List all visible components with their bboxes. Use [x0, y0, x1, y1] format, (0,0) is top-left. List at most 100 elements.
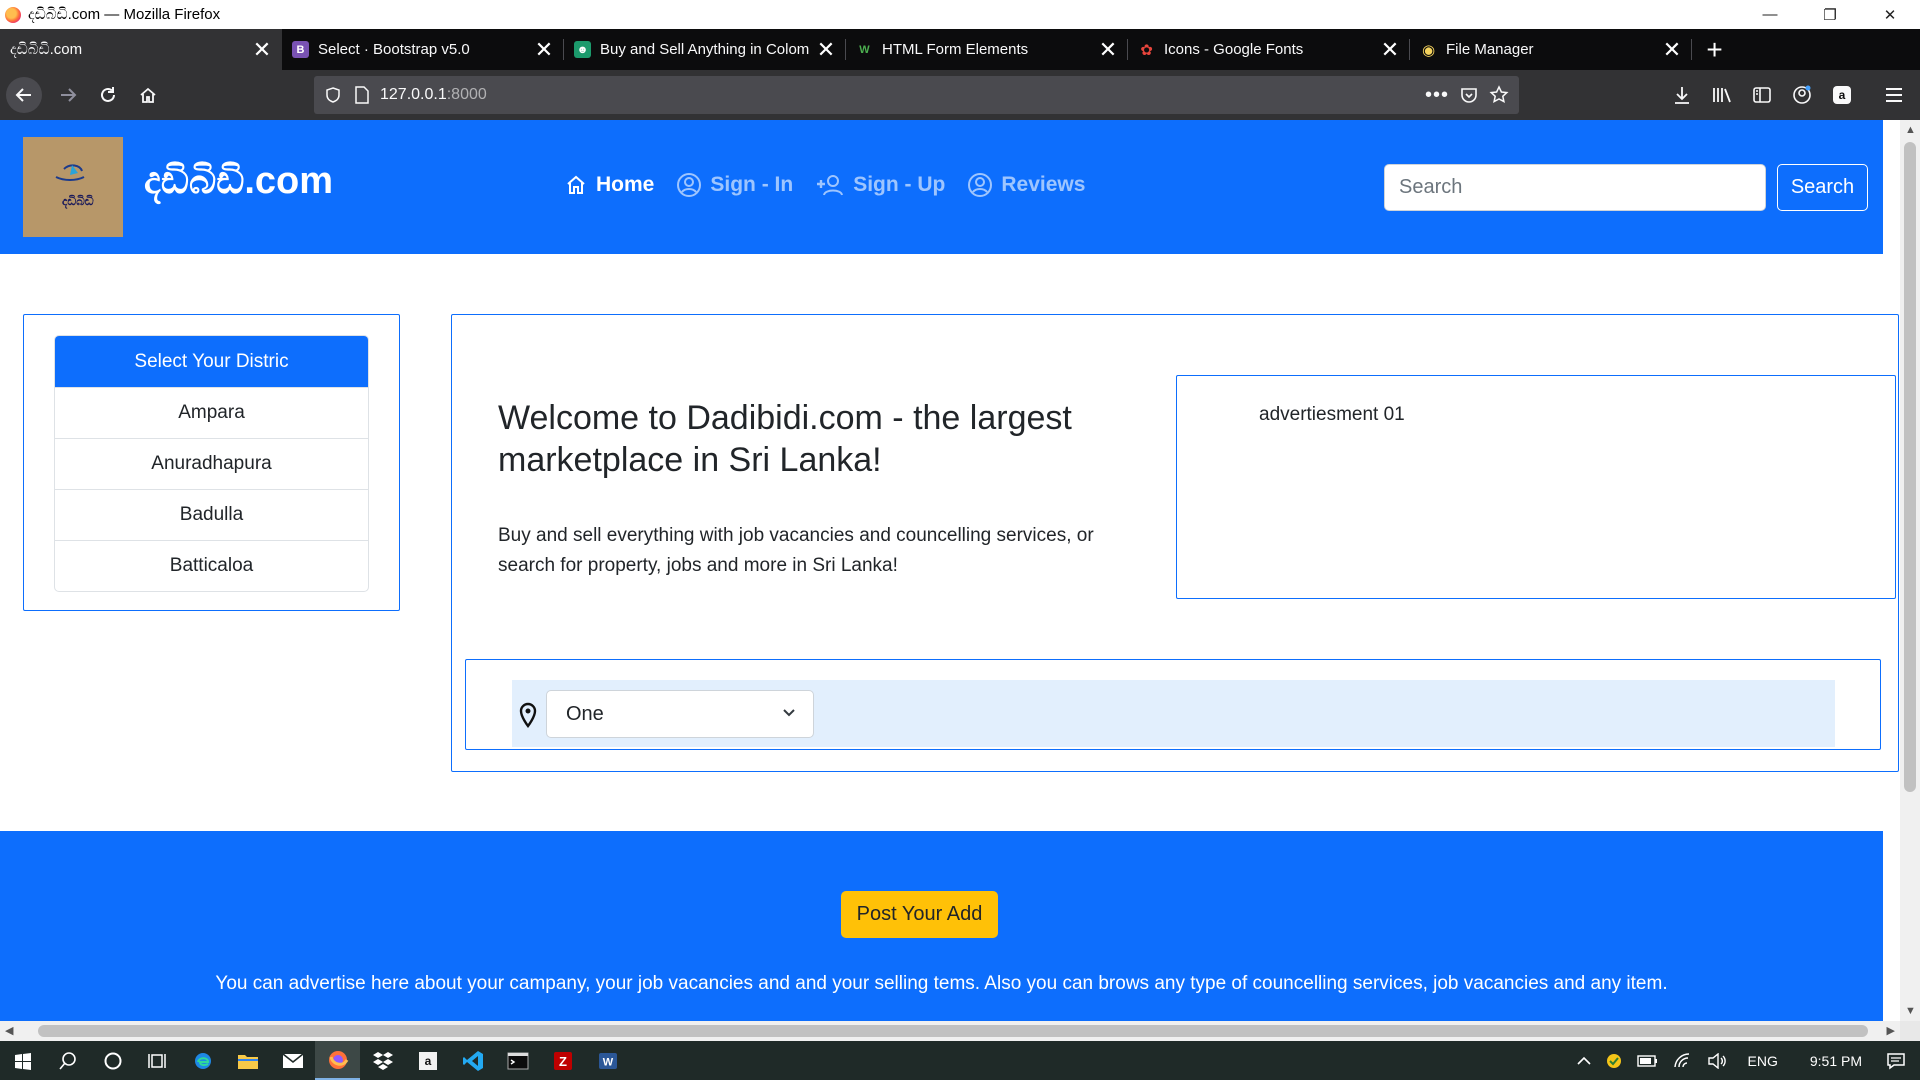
tab-html-form-elements[interactable]: W HTML Form Elements ✕ [846, 29, 1128, 70]
scroll-down-icon[interactable]: ▼ [1905, 1005, 1916, 1017]
tray-app-status[interactable] [1598, 1052, 1630, 1070]
library-button[interactable] [1702, 75, 1742, 115]
horizontal-scrollbar[interactable]: ◀ ▶ [0, 1021, 1900, 1041]
library-icon [1713, 88, 1731, 103]
tab-label: Buy and Sell Anything in Colom [600, 41, 810, 58]
tray-language[interactable]: ENG [1734, 1053, 1792, 1069]
start-button[interactable] [0, 1041, 45, 1080]
amazon-extension-button[interactable]: a [1822, 75, 1862, 115]
search-input[interactable]: Search [1384, 164, 1766, 211]
shield-icon[interactable] [324, 86, 342, 104]
post-your-add-button[interactable]: Post Your Add [841, 891, 998, 938]
home-icon [140, 87, 156, 103]
tray-wifi[interactable] [1666, 1052, 1700, 1069]
mail-icon [282, 1052, 303, 1068]
taskbar-file-explorer[interactable] [225, 1041, 270, 1080]
tab-label: Select · Bootstrap v5.0 [318, 41, 470, 58]
district-item-ampara[interactable]: Ampara [55, 387, 368, 438]
location-select[interactable]: One [546, 690, 814, 738]
page-actions-icon[interactable]: ••• [1425, 84, 1449, 107]
restore-button[interactable]: ❐ [1800, 0, 1860, 29]
minimize-button[interactable]: — [1740, 0, 1800, 29]
forward-button[interactable] [48, 75, 88, 115]
reload-icon [101, 87, 115, 102]
taskbar-search-button[interactable] [45, 1041, 90, 1080]
taskbar-amazon[interactable]: a [405, 1041, 450, 1080]
advertisement-box[interactable]: advertiesment 01 [1176, 375, 1896, 599]
back-button[interactable] [6, 77, 42, 113]
cortana-circle-icon [104, 1052, 121, 1069]
tab-buy-and-sell[interactable]: ☻ Buy and Sell Anything in Colom ✕ [564, 29, 846, 70]
person-add-icon [817, 175, 844, 196]
menu-button[interactable] [1874, 75, 1914, 115]
district-item-anuradhapura[interactable]: Anuradhapura [55, 438, 368, 489]
tab-dadibidi[interactable]: දඩිබිඩි.com ✕ [0, 29, 282, 70]
tab-close-icon[interactable]: ✕ [1380, 38, 1400, 60]
tab-strip: දඩිබිඩි.com ✕ B Select · Bootstrap v5.0 … [0, 29, 1920, 70]
downloads-button[interactable] [1662, 75, 1702, 115]
page-viewport: දඩිබිඩි දඩිබිඩි.com Home Sign - In Sign … [0, 120, 1920, 1021]
taskbar-mail[interactable] [270, 1041, 315, 1080]
tab-label: File Manager [1446, 41, 1534, 58]
url-port: :8000 [446, 86, 487, 103]
tray-clock[interactable]: 9:51 PM [1792, 1053, 1880, 1069]
nav-sign-in[interactable]: Sign - In [676, 172, 793, 198]
taskbar-firefox[interactable] [315, 1041, 360, 1080]
taskbar-word[interactable]: W [585, 1041, 630, 1080]
scroll-up-icon[interactable]: ▲ [1905, 124, 1916, 136]
sidebar-button[interactable] [1742, 75, 1782, 115]
notifications-button[interactable] [1880, 1052, 1920, 1070]
taskbar-vscode[interactable] [450, 1041, 495, 1080]
task-view-button[interactable] [135, 1041, 180, 1080]
welcome-title: Welcome to Dadibidi.com - the largest ma… [498, 399, 1072, 479]
url-host: 127.0.0.1 [380, 86, 447, 103]
account-button[interactable] [1782, 75, 1822, 115]
tab-close-icon[interactable]: ✕ [534, 38, 554, 60]
district-item-badulla[interactable]: Badulla [55, 489, 368, 540]
tab-close-icon[interactable]: ✕ [1662, 38, 1682, 60]
tab-close-icon[interactable]: ✕ [252, 38, 272, 60]
bookmark-star-icon[interactable] [1489, 85, 1509, 105]
vertical-scroll-thumb[interactable] [1904, 142, 1916, 792]
reload-button[interactable] [88, 75, 128, 115]
show-hidden-icons-button[interactable] [1570, 1056, 1598, 1066]
close-window-button[interactable]: ✕ [1860, 0, 1920, 29]
scroll-right-icon[interactable]: ▶ [1887, 1024, 1895, 1037]
cortana-button[interactable] [90, 1041, 135, 1080]
taskbar-filezilla[interactable]: Z [540, 1041, 585, 1080]
site-logo[interactable]: දඩිබිඩි [23, 137, 123, 237]
district-item-batticaloa[interactable]: Batticaloa [55, 540, 368, 591]
nav-reviews[interactable]: Reviews [967, 172, 1085, 198]
amazon-icon: a [418, 1051, 437, 1070]
address-bar[interactable]: 127.0.0.1:8000 ••• [314, 76, 1519, 114]
vertical-scrollbar[interactable]: ▲ ▼ [1900, 120, 1920, 1021]
tab-close-icon[interactable]: ✕ [1098, 38, 1118, 60]
tab-file-manager[interactable]: ◉ File Manager ✕ [1410, 29, 1692, 70]
home-button[interactable] [128, 75, 168, 115]
tab-google-fonts-icons[interactable]: ✿ Icons - Google Fonts ✕ [1128, 29, 1410, 70]
taskbar-edge[interactable] [180, 1041, 225, 1080]
search-button[interactable]: Search [1777, 164, 1868, 211]
nav-home[interactable]: Home [564, 172, 654, 198]
tab-bootstrap-select[interactable]: B Select · Bootstrap v5.0 ✕ [282, 29, 564, 70]
notification-icon [1887, 1052, 1905, 1069]
site-header: දඩිබිඩි දඩිබිඩි.com Home Sign - In Sign … [0, 120, 1883, 254]
pocket-icon[interactable] [1459, 85, 1479, 105]
taskbar-terminal[interactable] [495, 1041, 540, 1080]
nav-sign-up[interactable]: Sign - Up [815, 172, 945, 198]
tray-battery[interactable] [1630, 1054, 1666, 1068]
brand-name[interactable]: දඩිබිඩි.com [144, 160, 333, 203]
advertisement-text: advertiesment 01 [1259, 404, 1405, 425]
main-card: Welcome to Dadibidi.com - the largest ma… [451, 314, 1899, 772]
district-list-header[interactable]: Select Your Distric [55, 336, 368, 387]
page-info-icon[interactable] [354, 86, 370, 104]
tab-close-icon[interactable]: ✕ [816, 38, 836, 60]
tab-label: දඩිබිඩි.com [10, 41, 83, 58]
scroll-left-icon[interactable]: ◀ [5, 1024, 13, 1037]
horizontal-scroll-thumb[interactable] [38, 1025, 1868, 1037]
taskbar-dropbox[interactable] [360, 1041, 405, 1080]
new-tab-button[interactable]: + [1692, 29, 1737, 70]
tray-volume[interactable] [1700, 1052, 1734, 1069]
sidebar-icon [1753, 87, 1771, 103]
w3schools-favicon-icon: W [859, 43, 870, 56]
